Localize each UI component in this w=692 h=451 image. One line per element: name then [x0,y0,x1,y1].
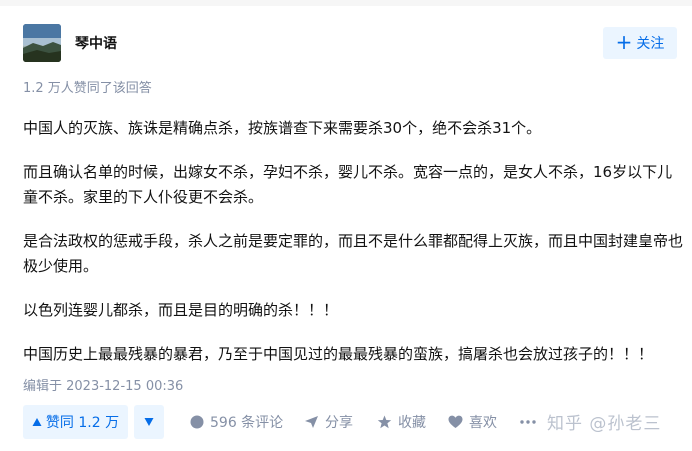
top-separator [0,0,692,6]
share-label: 分享 [325,415,353,431]
vote-up-label: 赞同 1.2 万 [45,415,120,431]
like-label: 喜欢 [469,415,497,431]
content-paragraph: 是合法政权的惩戒手段，杀人之前是要定罪的，而且不是什么罪都配得上灭族，而且中国封… [23,232,684,275]
collect-button[interactable]: 收藏 [377,405,426,439]
author-name[interactable]: 琴中语 [75,33,117,53]
comment-button[interactable]: 596 条评论 [190,405,283,439]
content-paragraph: 中国人的灭族、族诛是精确点杀，按族谱查下来需要杀30个，绝不会杀31个。 [23,119,542,137]
vote-up-button[interactable]: 赞同 1.2 万 [23,405,128,439]
zhihu-watermark: 知乎 @孙老三 [547,414,662,434]
edit-timestamp[interactable]: 编辑于 2023-12-15 00:36 [23,375,183,394]
comment-icon [190,415,204,429]
triangle-up-icon [32,418,42,426]
follow-label: 关注 [636,36,665,52]
author-avatar[interactable] [23,24,61,62]
plus-icon: + [615,30,633,54]
more-button[interactable] [520,405,536,439]
like-button[interactable]: 喜欢 [448,405,497,439]
share-button[interactable]: 分享 [304,405,353,439]
star-icon [377,415,392,429]
content-paragraph: 以色列连婴儿都杀，而且是目的明确的杀！！！ [23,301,339,319]
content-paragraph: 而且确认名单的时候，出嫁女不杀，孕妇不杀，婴儿不杀。宽容一点的，是女人不杀，16… [23,163,673,206]
collect-label: 收藏 [398,415,426,431]
heart-icon [448,415,463,428]
landscape-avatar-icon [23,24,61,62]
vote-count-meta[interactable]: 1.2 万人赞同了该回答 [23,77,152,96]
answer-content: 中国人的灭族、族诛是精确点杀，按族谱查下来需要杀30个，绝不会杀31个。 而且确… [23,116,683,367]
content-paragraph: 中国历史上最最残暴的暴君，乃至于中国见过的最最残暴的蛮族，搞屠杀也会放过孩子的！… [23,345,654,363]
more-icon [520,420,536,424]
vote-down-button[interactable] [134,405,164,439]
comment-label: 596 条评论 [210,415,284,431]
share-icon [305,416,318,428]
triangle-down-icon [144,418,154,426]
follow-button[interactable]: + 关注 [603,27,677,59]
